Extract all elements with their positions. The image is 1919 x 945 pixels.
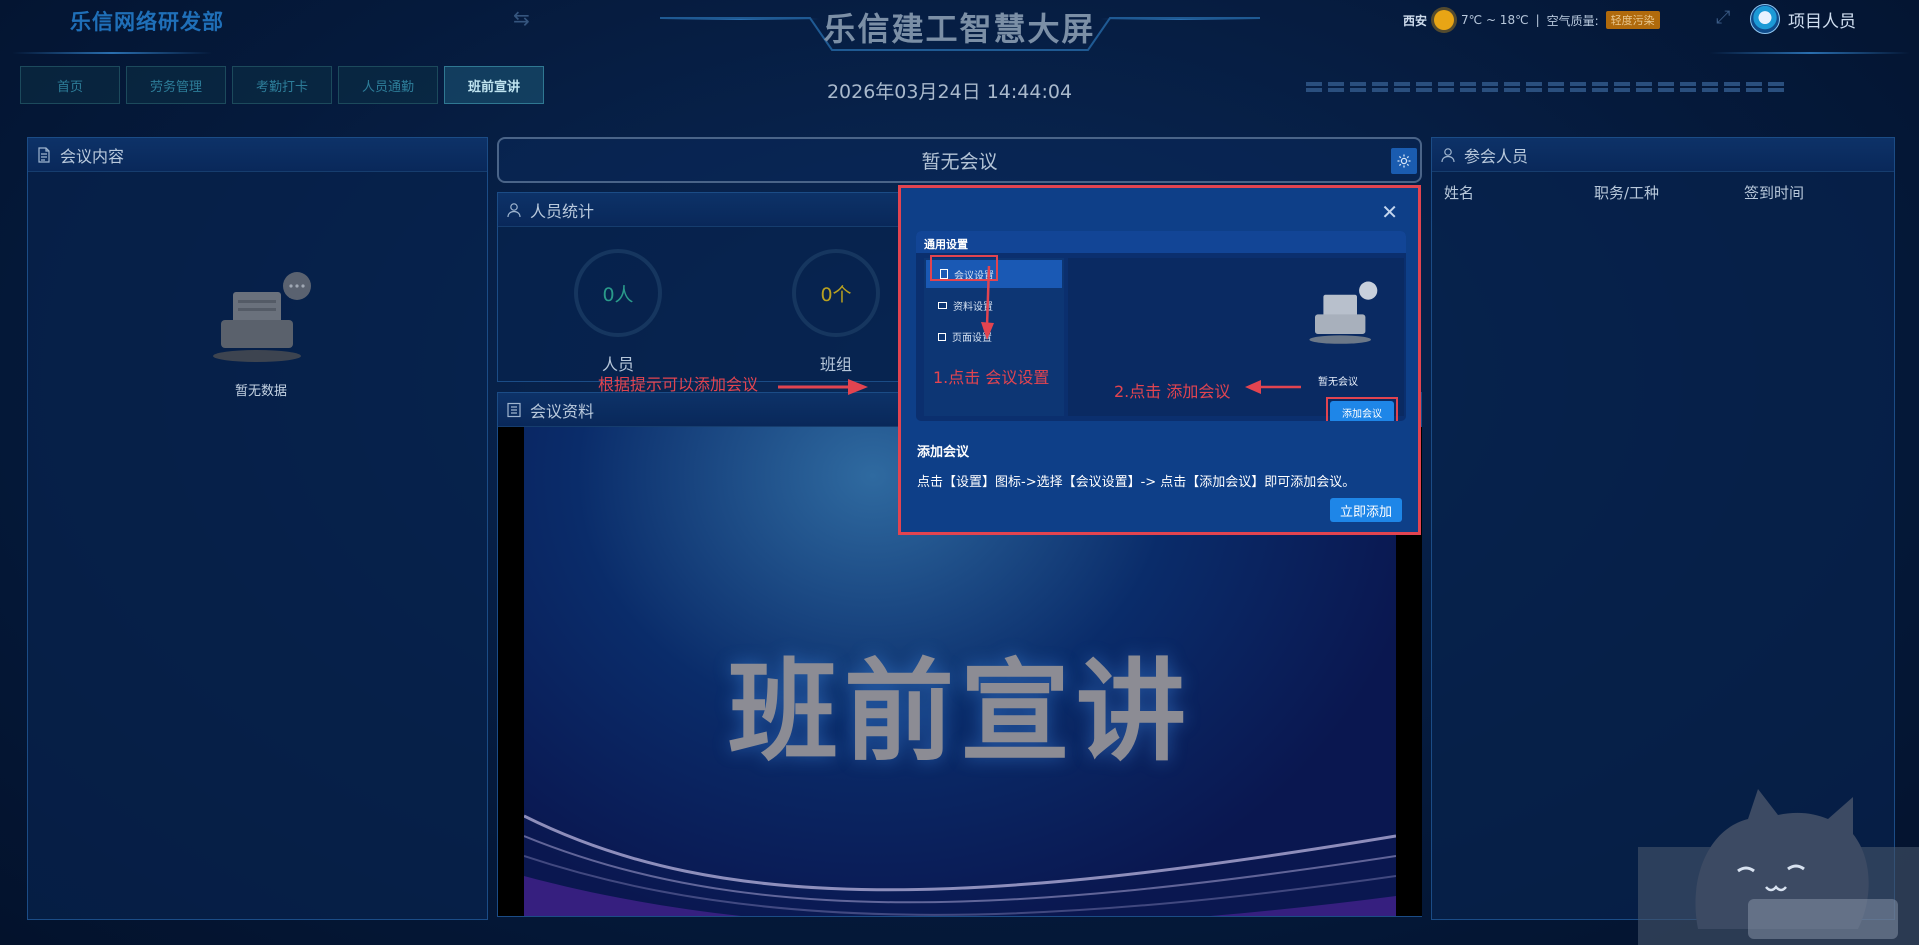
- weather-widget: 西安 7℃ ~ 18℃ | 空气质量: 轻度污染: [1403, 10, 1660, 30]
- table-header: 姓名 职务/工种 签到时间: [1432, 172, 1894, 203]
- step2-arrow-icon: [1245, 380, 1301, 394]
- empty-inbox-icon: [213, 272, 311, 362]
- panel-header: 会议内容: [28, 138, 487, 172]
- user-icon: [506, 202, 522, 218]
- sun-icon: [1434, 10, 1455, 30]
- nav-preshift-briefing[interactable]: 班前宣讲: [444, 66, 544, 104]
- video-letterbox: [498, 427, 524, 916]
- empty-inbox-icon: [1309, 281, 1378, 344]
- user-icon: [1440, 147, 1456, 163]
- document-icon: [36, 146, 52, 163]
- meeting-content-panel: 会议内容 暂无数据: [27, 137, 488, 920]
- personnel-stats-panel: 人员统计 0人 人员 0个 班组: [497, 192, 947, 382]
- panel-title: 参会人员: [1464, 146, 1529, 166]
- nav-attendance[interactable]: 考勤打卡: [232, 66, 332, 104]
- header: 乐信网络研发部 ⇆ 乐信建工智慧大屏 2026年03月24日 14:44:04 …: [0, 0, 1919, 118]
- step1-arrow-icon: [981, 266, 994, 340]
- gear-icon: [1397, 154, 1411, 168]
- step1-annotation: 1.点击 会议设置: [933, 368, 1050, 387]
- weather-city: 西安: [1403, 13, 1428, 28]
- user-menu[interactable]: 项目人员: [1750, 4, 1856, 34]
- decorative-wave: [524, 814, 1396, 916]
- stat-ring: 0人: [574, 249, 662, 337]
- weather-separator: |: [1535, 13, 1540, 27]
- book-icon: [506, 402, 522, 418]
- stat-ring: 0个: [792, 249, 880, 337]
- video-icon: [938, 302, 947, 309]
- panel-title: 会议资料: [530, 401, 595, 421]
- close-icon[interactable]: ✕: [1381, 200, 1398, 224]
- video-title: 班前宣讲: [728, 648, 1192, 776]
- add-now-button[interactable]: 立即添加: [1330, 498, 1402, 522]
- panel-title: 人员统计: [530, 201, 595, 221]
- column-header-role: 职务/工种: [1594, 184, 1660, 202]
- nav-home[interactable]: 首页: [20, 66, 120, 104]
- hint-annotation: 根据提示可以添加会议: [598, 375, 759, 394]
- stat-label: 班组: [819, 355, 852, 374]
- screen-root: 乐信网络研发部 ⇆ 乐信建工智慧大屏 2026年03月24日 14:44:04 …: [0, 0, 1919, 945]
- notice-text: 暂无会议: [921, 150, 998, 173]
- settings-preview-title: 通用设置: [916, 231, 1406, 253]
- header-divider: [1710, 52, 1910, 54]
- cat-mascot-icon: [1638, 789, 1919, 945]
- hint-arrow-icon: [778, 379, 868, 395]
- weather-temp: 7℃ ~ 18℃: [1461, 13, 1529, 27]
- empty-text: 暂无数据: [234, 384, 287, 399]
- highlight-box: [1326, 397, 1398, 421]
- stat-value: 0个: [820, 283, 852, 306]
- settings-button[interactable]: [1391, 148, 1417, 174]
- column-header-name: 姓名: [1444, 184, 1475, 202]
- column-header-signin-time: 签到时间: [1744, 184, 1805, 202]
- step2-annotation: 2.点击 添加会议: [1114, 382, 1231, 401]
- meeting-notice: 暂无会议: [497, 137, 1422, 183]
- nav-labor[interactable]: 劳务管理: [126, 66, 226, 104]
- stat-personnel: 0人 人员: [574, 249, 662, 375]
- instruction-text: 点击【设置】图标->选择【会议设置】-> 点击【添加会议】即可添加会议。: [917, 475, 1356, 490]
- stat-teams: 0个 班组: [792, 249, 880, 375]
- section-title: 添加会议: [917, 445, 970, 460]
- empty-state: 暂无数据: [211, 268, 311, 399]
- header-divider: [12, 52, 212, 54]
- user-name: 项目人员: [1788, 11, 1856, 32]
- nav-commute[interactable]: 人员通勤: [338, 66, 438, 104]
- guide-modal: ✕ 通用设置 会议设置 资料设置 页面设置 暂无会议 添加会议 1.点击 会议设…: [898, 185, 1421, 535]
- top-nav: 首页 劳务管理 考勤打卡 人员通勤 班前宣讲: [20, 66, 544, 104]
- air-quality-label: 空气质量:: [1546, 13, 1599, 28]
- air-quality-badge: 轻度污染: [1605, 11, 1660, 29]
- avatar: [1750, 4, 1780, 34]
- decorative-bars: [1306, 82, 1784, 86]
- panel-title: 会议内容: [60, 146, 125, 166]
- fullscreen-icon[interactable]: ⤢: [1716, 7, 1730, 28]
- layout-icon: [938, 332, 946, 341]
- stat-value: 0人: [602, 283, 634, 306]
- empty-text: 暂无会议: [1318, 377, 1358, 388]
- panel-header: 人员统计: [498, 193, 946, 227]
- panel-header: 参会人员: [1432, 138, 1894, 172]
